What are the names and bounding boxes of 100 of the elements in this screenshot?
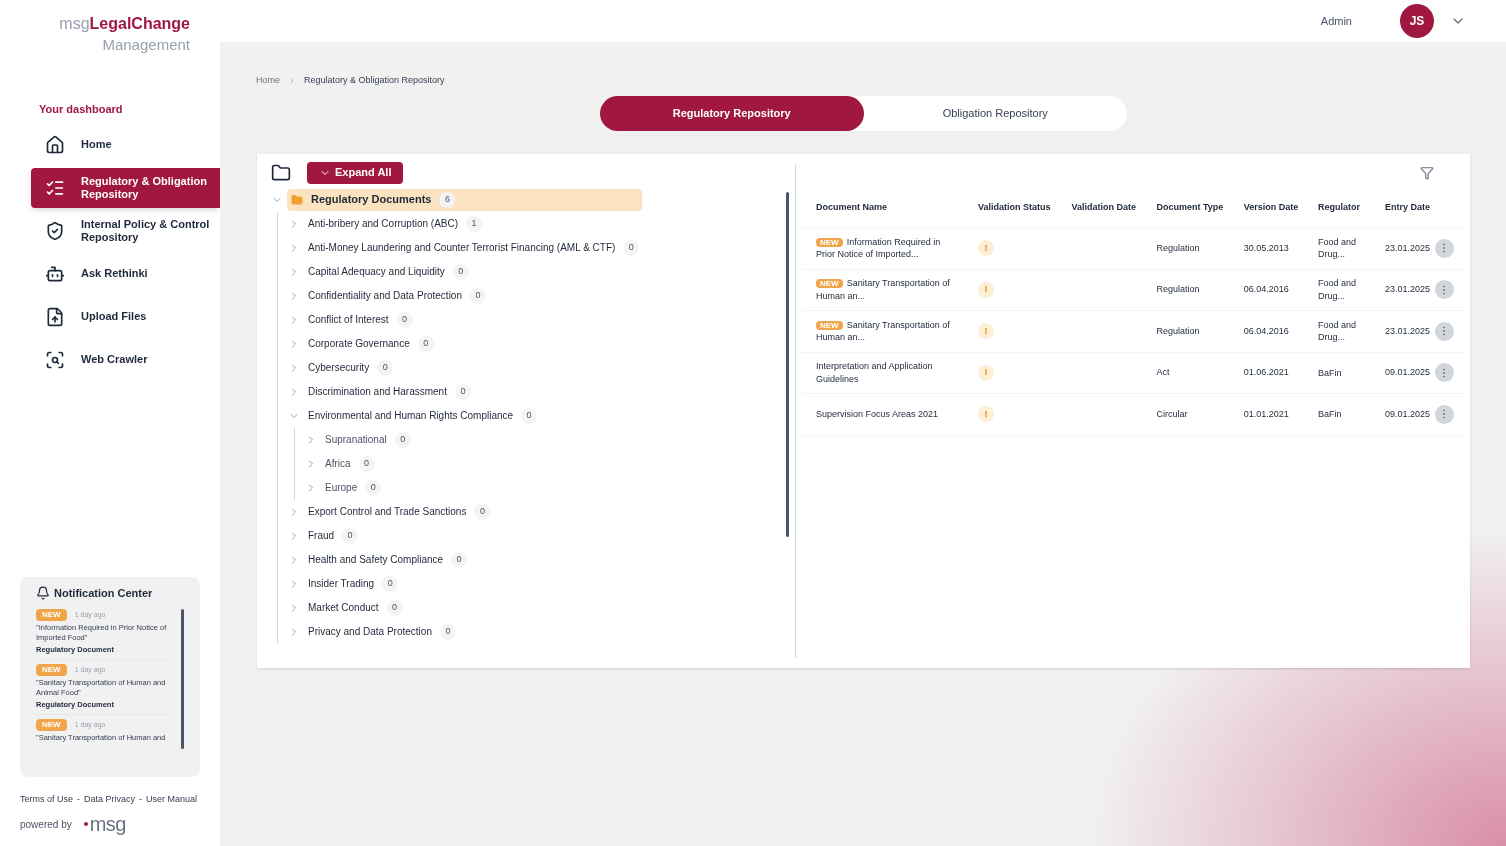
nav-item[interactable]: Web Crawler [31, 340, 220, 381]
table-cell: Regulation [1156, 325, 1200, 336]
row-menu-button[interactable] [1434, 238, 1454, 258]
tree-item[interactable]: Fraud 0 [304, 524, 363, 547]
column-header: Regulator [1303, 187, 1371, 228]
count-pill: 0 [623, 239, 640, 256]
tree-label: Environmental and Human Rights Compliance [308, 409, 514, 423]
tab[interactable]: Obligation Repository [863, 95, 1127, 131]
new-badge: NEW [36, 718, 67, 731]
new-badge: NEW [816, 237, 843, 247]
tree-label: Corporate Governance [308, 337, 410, 351]
nav-item[interactable]: Internal Policy & Control Repository [31, 211, 220, 252]
tree-label: Anti-Money Laundering and Counter Terrorist Financing (AML & CTF) [308, 241, 616, 255]
tree-item[interactable]: Supranational 0 [321, 428, 415, 451]
document-name[interactable]: NEW Information Required in Prior Notice of Imported... [816, 235, 952, 261]
table-cell: Regulation [1156, 242, 1200, 253]
table-cell: 30.05.2013 [1243, 242, 1289, 253]
count-pill: 0 [382, 575, 399, 592]
document-name[interactable]: Interpretation and Application Guidelines [816, 360, 952, 386]
tree-item[interactable]: Export Control and Trade Sanctions 0 [304, 500, 495, 523]
filter-icon[interactable] [1420, 165, 1434, 180]
footer-link[interactable]: User Manual [146, 792, 198, 806]
warning-status: ! [978, 281, 994, 298]
nav-item[interactable]: Ask Rethinki [31, 254, 220, 295]
column-header: Document Type [1142, 187, 1230, 228]
table-cell-text: Food and Drug... [1317, 235, 1357, 261]
column-header: Validation Date [1057, 187, 1143, 228]
count-pill: 0 [342, 527, 359, 544]
document-name[interactable]: Supervision Focus Areas 2021 [816, 408, 952, 421]
logo-name: LegalChange [89, 14, 190, 34]
tree-item[interactable]: Privacy and Data Protection 0 [304, 620, 460, 643]
tree-item[interactable]: Conflict of Interest 0 [304, 308, 417, 331]
tree-item[interactable]: Capital Adequacy and Liquidity 0 [304, 260, 473, 283]
count-pill: 0 [417, 335, 434, 352]
footer-link[interactable]: Terms of Use [20, 792, 73, 806]
row-menu-button[interactable] [1434, 280, 1454, 300]
new-badge: NEW [816, 279, 843, 289]
table-cell: 06.04.2016 [1243, 325, 1289, 336]
tree-label: Conflict of Interest [308, 313, 389, 327]
tree-label: Anti-bribery and Corruption (ABC) [308, 217, 459, 231]
count-pill: 0 [377, 359, 394, 376]
row-menu-button[interactable] [1434, 363, 1454, 383]
table-cell: Act [1156, 367, 1170, 377]
tree-item[interactable]: Health and Safety Compliance 0 [304, 548, 472, 571]
count-pill: 0 [439, 623, 456, 640]
scrollbar[interactable] [181, 609, 184, 749]
folder-icon[interactable] [271, 162, 291, 183]
tree-item-selected[interactable]: Regulatory Documents 6 [287, 188, 642, 211]
scrollbar[interactable] [786, 191, 789, 537]
new-badge: NEW [36, 663, 67, 676]
column-header: Validation Status [964, 187, 1058, 228]
breadcrumb-item[interactable]: Home [256, 74, 280, 88]
count-pill: 0 [454, 383, 471, 400]
shield-check-icon [45, 221, 65, 242]
tree-label: Insider Trading [308, 577, 375, 591]
nav-item[interactable]: Upload Files [31, 297, 220, 338]
notification-title: Notification Center [54, 585, 153, 601]
tree-label: Capital Adequacy and Liquidity [308, 265, 445, 279]
tree-item[interactable]: Africa 0 [321, 452, 379, 475]
tree-item[interactable]: Cybersecurity 0 [304, 356, 398, 379]
tree-label: Health and Safety Compliance [308, 553, 444, 567]
nav-item[interactable]: Home [31, 125, 220, 166]
tree-item[interactable]: Market Conduct 0 [304, 596, 407, 619]
new-badge: NEW [36, 609, 67, 621]
count-pill: 6 [439, 191, 456, 208]
nav-item[interactable]: Regulatory & Obligation Repository [31, 168, 220, 209]
tree-item[interactable]: Anti-Money Laundering and Counter Terrorist Financing (AML & CTF) 0 [304, 236, 644, 259]
document-name[interactable]: NEW Sanitary Transportation of Human an... [816, 277, 952, 303]
table-cell: Regulation [1156, 284, 1200, 294]
user-role: Admin [1320, 13, 1352, 29]
expand-all-button[interactable]: Expand All [307, 161, 404, 184]
separator: - [139, 792, 143, 806]
breadcrumb-item: Regulatory & Obligation Repository [304, 74, 445, 87]
footer-link[interactable]: Data Privacy [84, 792, 136, 806]
table-cell: Circular [1156, 408, 1188, 419]
bell-icon [36, 585, 50, 600]
row-menu-button[interactable] [1434, 321, 1454, 341]
column-header: Entry Date [1370, 187, 1435, 228]
count-pill: 0 [451, 551, 468, 568]
table-cell-text: BaFin [1317, 366, 1343, 379]
tree-label: Africa [325, 457, 351, 471]
search-icon [45, 350, 65, 371]
row-menu-button[interactable] [1434, 404, 1454, 424]
logo-subtitle: Management [102, 36, 190, 55]
msg-logo: msg [83, 814, 126, 834]
tree-item[interactable]: Environmental and Human Rights Compliance 0 [304, 404, 542, 427]
tree-item[interactable]: Insider Trading 0 [304, 572, 403, 595]
tab[interactable]: Regulatory Repository [600, 95, 864, 131]
avatar[interactable]: JS [1400, 4, 1434, 38]
document-name[interactable]: NEW Sanitary Transportation of Human an... [816, 318, 952, 344]
count-pill: 0 [521, 407, 538, 424]
tree-item[interactable]: Discrimination and Harassment 0 [304, 380, 475, 403]
tree-item[interactable]: Corporate Governance 0 [304, 332, 438, 355]
tree-item[interactable]: Europe 0 [321, 476, 386, 499]
warning-status: ! [978, 364, 994, 381]
tree-item[interactable]: Anti-bribery and Corruption (ABC) 1 [304, 212, 487, 235]
tree-label: Fraud [308, 529, 335, 543]
tree-item[interactable]: Confidentiality and Data Protection 0 [304, 284, 490, 307]
table-cell: 09.01.2025 [1384, 367, 1430, 377]
count-pill: 1 [466, 215, 483, 232]
